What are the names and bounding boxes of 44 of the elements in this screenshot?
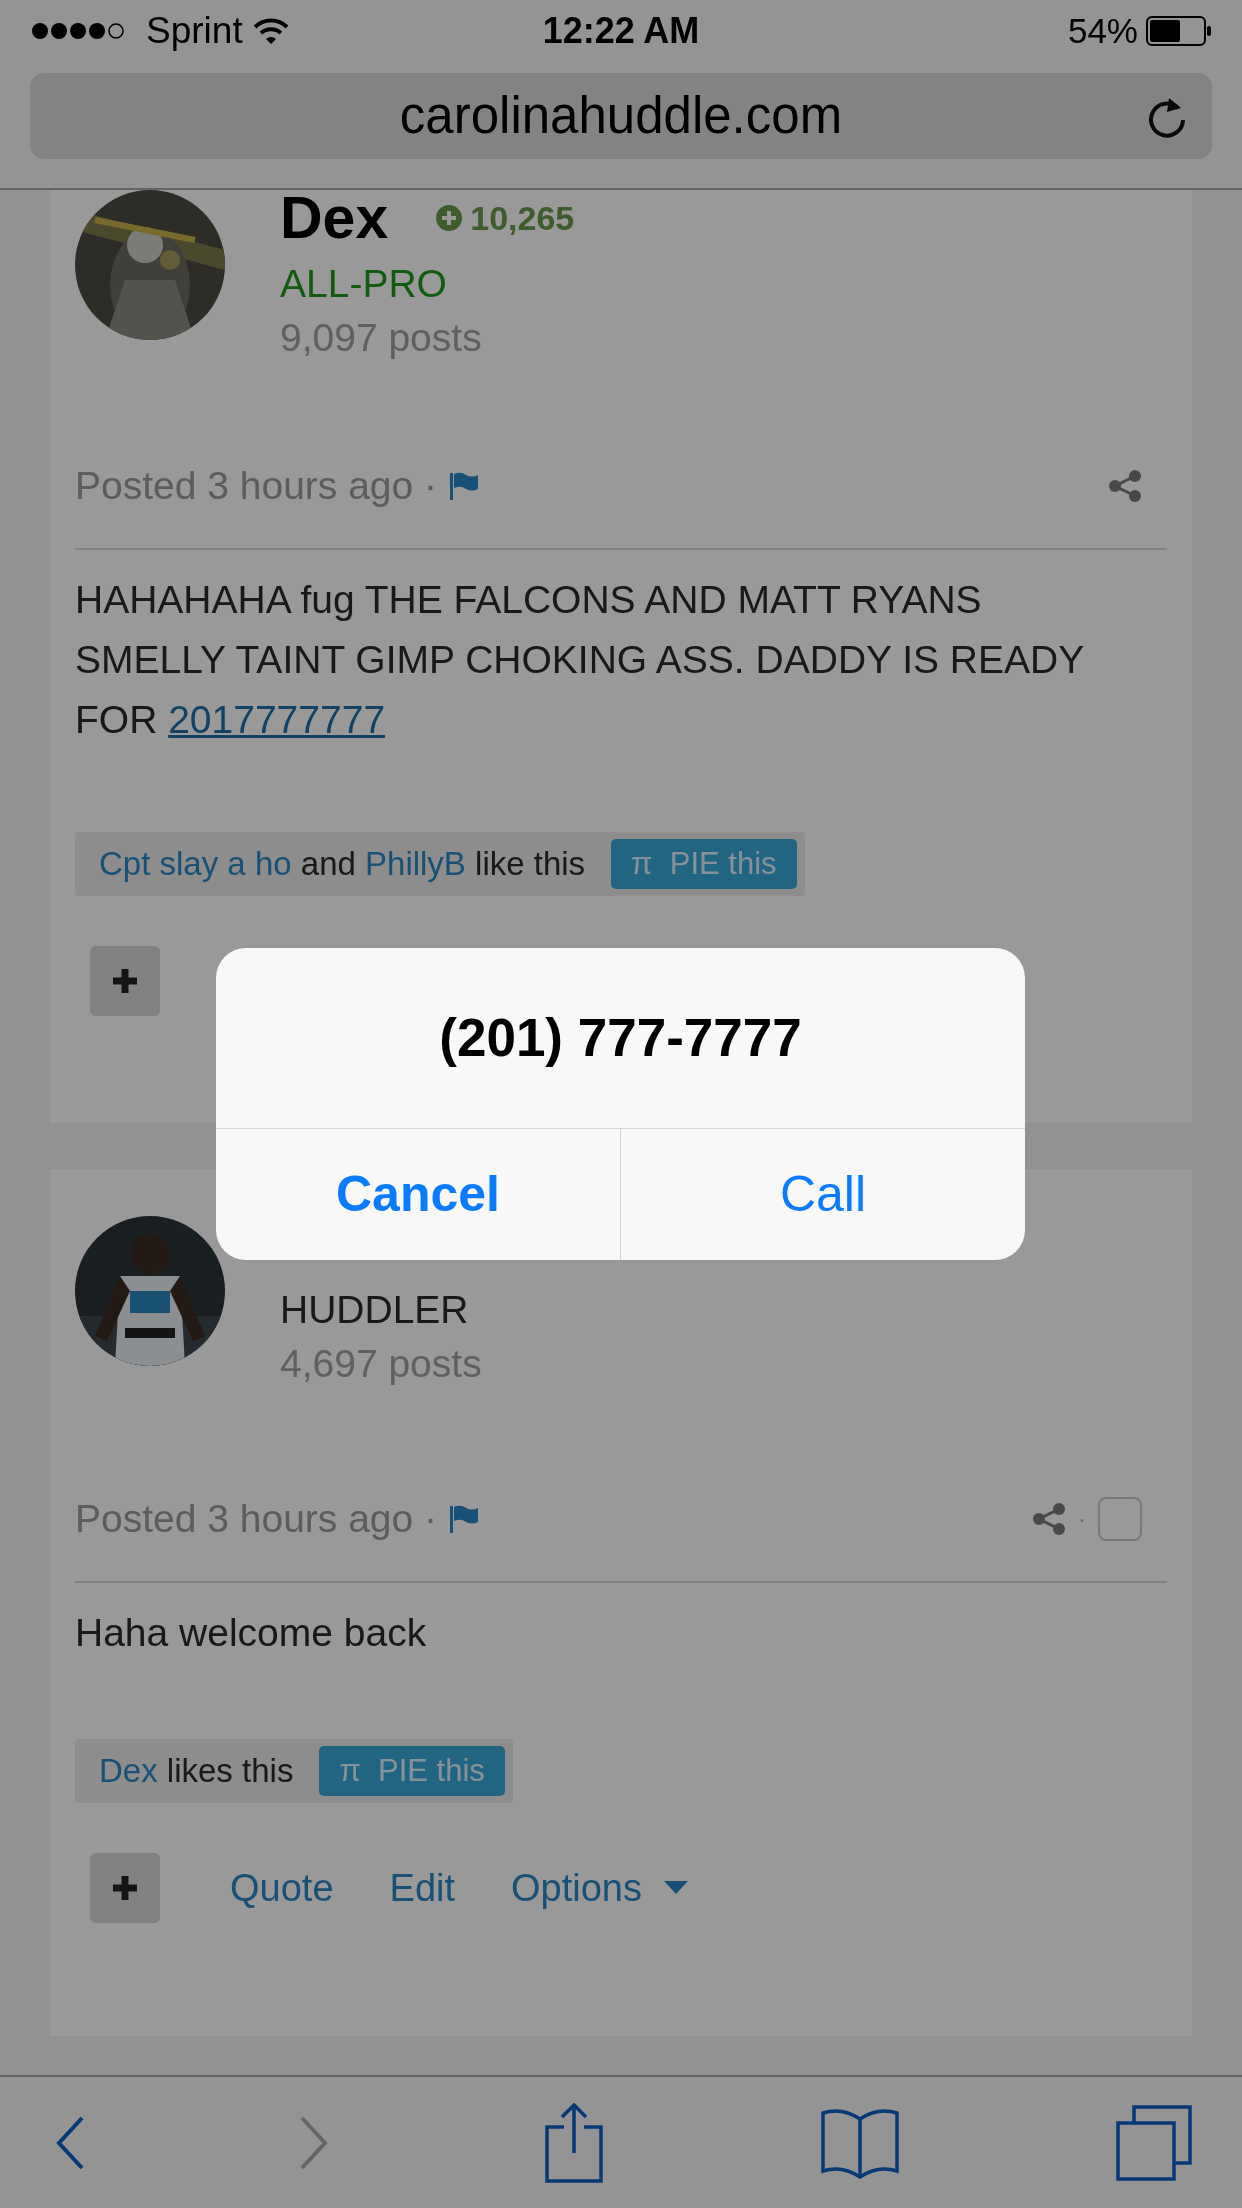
author-name[interactable]: Dex bbox=[280, 190, 389, 246]
address-bar[interactable]: carolinahuddle.com bbox=[30, 73, 1212, 159]
member-rank: ALL-PRO bbox=[280, 261, 448, 307]
expand-button[interactable] bbox=[90, 946, 160, 1016]
user-link[interactable]: Cpt slay a ho bbox=[99, 845, 292, 883]
dialog-title: (201) 777-7777 bbox=[438, 1007, 803, 1070]
status-time: 12:22 AM bbox=[542, 9, 700, 53]
options-menu[interactable]: Options bbox=[511, 1859, 688, 1917]
post-time: Posted 3 hours ago · bbox=[75, 1495, 438, 1542]
pie-button[interactable]: π PIE this bbox=[319, 1746, 505, 1796]
action-link[interactable]: Edit bbox=[389, 1859, 455, 1917]
action-link[interactable]: Quote bbox=[230, 1859, 334, 1917]
phone-link[interactable]: 2017777777 bbox=[168, 698, 386, 741]
reputation-count: 10,265 bbox=[470, 197, 575, 239]
likes-text: Dex likes this bbox=[99, 1751, 294, 1792]
post-time: Posted 3 hours ago · bbox=[75, 462, 438, 509]
caret-icon bbox=[664, 1881, 688, 1895]
dialog-button[interactable]: Cancel bbox=[216, 1129, 620, 1260]
battery-icon bbox=[1146, 16, 1212, 46]
member-rank: HUDDLER bbox=[280, 1287, 470, 1333]
select-checkbox[interactable] bbox=[1098, 1497, 1142, 1541]
user-link[interactable]: PhillyB bbox=[365, 845, 466, 883]
separator-dot: · bbox=[1078, 1504, 1086, 1534]
post-text: Haha welcome back bbox=[75, 1610, 428, 1656]
back-icon[interactable] bbox=[56, 2115, 84, 2170]
plus-circle-icon bbox=[436, 205, 463, 231]
post-count: 9,097 posts bbox=[280, 315, 483, 361]
wifi-icon bbox=[252, 18, 289, 44]
post-count: 4,697 posts bbox=[280, 1341, 482, 1387]
tabs-icon[interactable] bbox=[1116, 2104, 1192, 2181]
share-icon[interactable] bbox=[544, 2102, 604, 2183]
dialog-button[interactable]: Call bbox=[620, 1129, 1025, 1260]
flag-icon[interactable] bbox=[449, 471, 480, 501]
share-icon[interactable] bbox=[1032, 1502, 1066, 1536]
flag-icon[interactable] bbox=[449, 1504, 480, 1534]
likes-text: Cpt slay a ho and PhillyB like this bbox=[99, 844, 586, 885]
pie-button[interactable]: π PIE this bbox=[611, 839, 797, 889]
user-link[interactable]: Dex bbox=[99, 1752, 158, 1790]
battery-percent: 54% bbox=[1067, 9, 1138, 52]
expand-button[interactable] bbox=[90, 1853, 160, 1923]
carrier-name: Sprint bbox=[146, 9, 243, 54]
share-icon[interactable] bbox=[1108, 469, 1142, 503]
url-text: carolinahuddle.com bbox=[399, 85, 843, 146]
post-text: HAHAHAHA fug THE FALCONS AND MATT RYANS SMELLY TAINT GIMP CHOKING ASS. DADDY IS READY FOR 2017777777 bbox=[75, 577, 1085, 743]
